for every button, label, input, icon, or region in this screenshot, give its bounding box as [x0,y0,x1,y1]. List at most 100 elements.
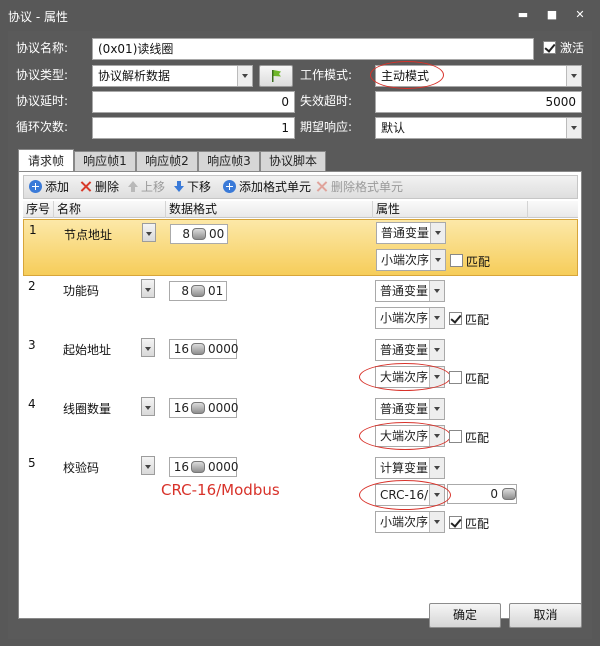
match-label: 匹配 [465,431,490,445]
chevron-down-icon[interactable] [237,66,252,86]
tab-response-frame-2[interactable]: 响应帧2 [136,151,198,171]
row-name: 起始地址 [63,343,112,357]
name-dropdown-button[interactable] [142,223,156,242]
byte-order-select[interactable]: 小端次序 [375,511,445,533]
chevron-down-icon[interactable] [429,399,444,419]
col-header-name[interactable]: 名称 [54,201,166,218]
delete-label: 删除 [95,180,120,194]
add-format-unit-button[interactable]: 添加格式单元 [223,178,311,196]
expected-response-label: 期望响应: [300,120,353,134]
add-button[interactable]: 添加 [29,178,69,196]
col-header-index[interactable]: 序号 [23,201,54,218]
name-dropdown-button[interactable] [141,279,155,298]
chevron-down-icon[interactable] [566,66,581,86]
toggle-knob-icon[interactable] [502,488,516,500]
table-row[interactable]: 3 起始地址 16 0000 普通变量 大端次序 匹配 [23,335,578,394]
chevron-down-icon[interactable] [430,250,445,270]
match-label: 匹配 [465,313,490,327]
timeout-input[interactable]: 5000 [375,91,582,113]
match-checkbox[interactable] [449,516,462,529]
chevron-down-icon[interactable] [429,340,444,360]
byte-order-value: 小端次序 [380,515,429,529]
chevron-down-icon[interactable] [429,308,444,328]
move-down-label: 下移 [187,180,212,194]
arrow-up-icon [128,180,138,193]
chevron-down-icon[interactable] [566,118,581,138]
grid-body: 1 节点地址 8 00 普通变量 小端次序 匹配 2 功能码 8 01 普通变量… [23,219,578,615]
variable-type-select[interactable]: 普通变量 [376,222,446,244]
delete-format-label: 删除格式单元 [331,180,404,194]
table-row[interactable]: 4 线圈数量 16 0000 普通变量 大端次序 匹配 [23,394,578,453]
data-format-field[interactable]: 16 0000 [169,339,239,359]
flag-button[interactable] [259,65,293,87]
crc-init-field[interactable]: 0 [447,484,517,504]
chevron-down-icon[interactable] [430,223,445,243]
variable-type-select[interactable]: 计算变量 [375,457,445,479]
name-dropdown-button[interactable] [141,397,155,416]
toggle-knob-icon[interactable] [191,461,205,473]
protocol-delay-input[interactable]: 0 [92,91,295,113]
data-format-field[interactable]: 8 01 [169,281,227,301]
byte-order-value: 小端次序 [381,253,430,267]
delete-format-unit-button[interactable]: 删除格式单元 [315,178,403,196]
highlight-oval [359,363,451,391]
loop-count-label: 循环次数: [16,120,69,134]
table-row[interactable]: 5 校验码 16 0000 计算变量 CRC-16/ 0 小端次序 匹配 [23,453,578,545]
match-checkbox[interactable] [449,430,462,443]
col-header-format[interactable]: 数据格式 [166,201,373,218]
chevron-down-icon[interactable] [429,512,444,532]
name-dropdown-button[interactable] [141,456,155,475]
dialog-body: 协议名称: (0x01)读线圈 激活 协议类型: 协议解析数据 工作模式: 主动… [8,31,592,639]
maximize-icon[interactable]: ■ [543,6,561,24]
add-label: 添加 [45,180,70,194]
tab-protocol-script[interactable]: 协议脚本 [260,151,326,171]
match-checkbox[interactable] [449,371,462,384]
variable-type-select[interactable]: 普通变量 [375,280,445,302]
data-format-field[interactable]: 8 00 [170,224,228,244]
protocol-type-select[interactable]: 协议解析数据 [92,65,253,87]
byte-order-select[interactable]: 小端次序 [375,307,445,329]
data-format-field[interactable]: 16 0000 [169,398,239,418]
delete-button[interactable]: 删除 [79,178,119,196]
bit-width: 8 [181,284,189,298]
variable-type-value: 普通变量 [380,284,429,298]
chevron-down-icon[interactable] [429,281,444,301]
byte-order-select[interactable]: 小端次序 [376,249,446,271]
table-row[interactable]: 1 节点地址 8 00 普通变量 小端次序 匹配 [23,219,578,276]
data-format-field[interactable]: 16 0000 [169,457,239,477]
move-up-button[interactable]: 上移 [128,178,165,196]
name-dropdown-button[interactable] [141,338,155,357]
move-down-button[interactable]: 下移 [174,178,211,196]
chevron-down-icon[interactable] [429,458,444,478]
close-icon[interactable]: ✕ [571,6,589,24]
match-checkbox[interactable] [449,312,462,325]
activate-checkbox[interactable] [543,41,556,54]
row-index: 5 [28,456,36,470]
col-header-attribute[interactable]: 属性 [373,201,528,218]
expected-response-select[interactable]: 默认 [375,117,582,139]
delete-icon [79,180,92,193]
toggle-knob-icon[interactable] [191,402,205,414]
bit-width: 16 [173,401,189,415]
ok-button[interactable]: 确定 [429,603,501,628]
row-name: 节点地址 [64,228,113,242]
minimize-icon[interactable]: ▬ [514,6,532,24]
cancel-button[interactable]: 取消 [509,603,582,628]
crc-annotation: CRC-16/Modbus [161,481,280,499]
toggle-knob-icon[interactable] [191,343,205,355]
toggle-knob-icon[interactable] [191,285,205,297]
toggle-knob-icon[interactable] [192,228,206,240]
variable-type-select[interactable]: 普通变量 [375,398,445,420]
tab-request-frame[interactable]: 请求帧 [18,149,74,172]
add-icon [29,180,42,193]
tab-response-frame-1[interactable]: 响应帧1 [74,151,136,171]
match-checkbox[interactable] [450,254,463,267]
row-name: 线圈数量 [63,402,112,416]
bit-width: 16 [173,342,189,356]
tab-response-frame-3[interactable]: 响应帧3 [198,151,260,171]
variable-type-select[interactable]: 普通变量 [375,339,445,361]
table-row[interactable]: 2 功能码 8 01 普通变量 小端次序 匹配 [23,277,578,335]
add-icon [223,180,236,193]
loop-count-input[interactable]: 1 [92,117,295,139]
protocol-name-input[interactable]: (0x01)读线圈 [92,38,534,60]
